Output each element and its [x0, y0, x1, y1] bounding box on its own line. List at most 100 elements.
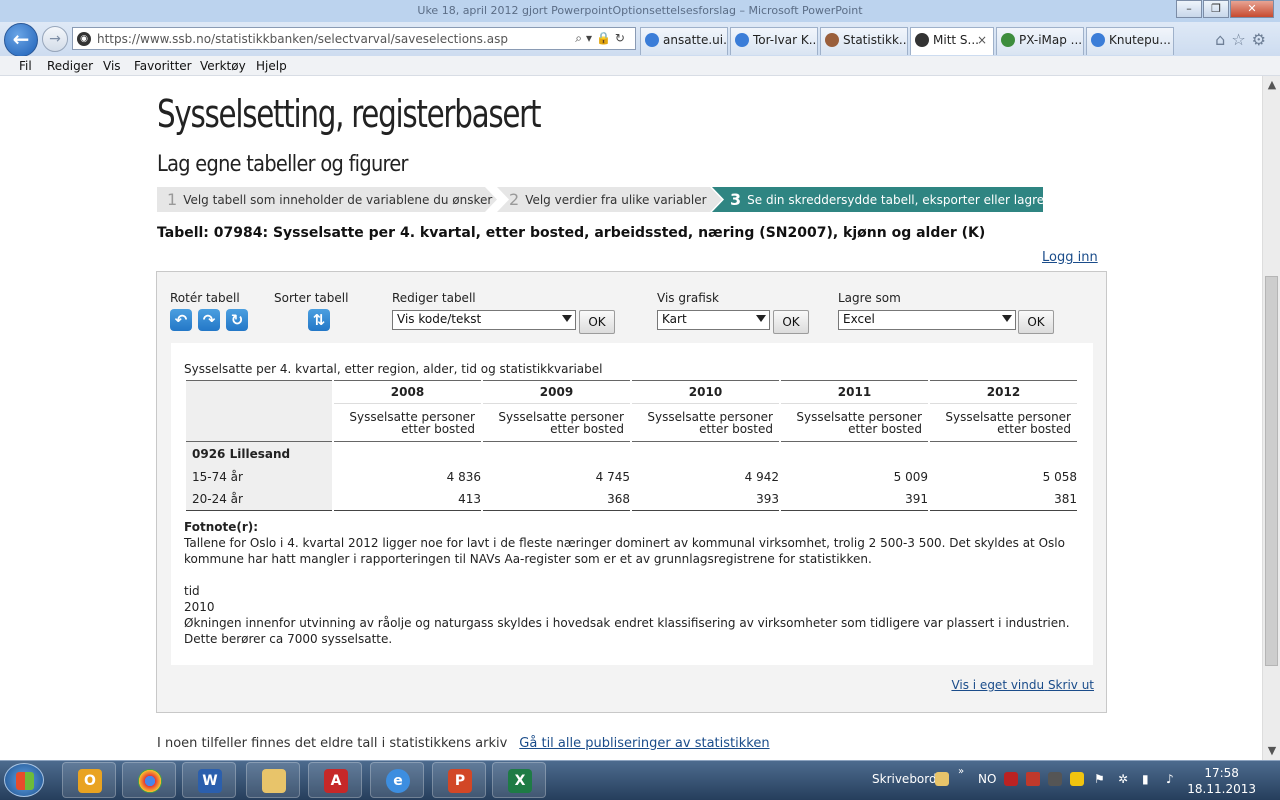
menu-verktoy[interactable]: Verktøy [200, 59, 246, 73]
taskbar-ie[interactable]: e [370, 762, 424, 798]
shield-icon[interactable] [1026, 772, 1040, 786]
word-icon: W [198, 769, 222, 793]
start-button[interactable] [4, 763, 44, 797]
folder-tray-icon[interactable] [935, 772, 949, 786]
browser-tab[interactable]: ansatte.ui... [640, 27, 728, 55]
print-link[interactable]: Skriv ut [1048, 678, 1094, 692]
taskbar-excel[interactable]: X [492, 762, 546, 798]
browser-tab[interactable]: Tor-Ivar K... [730, 27, 818, 55]
save-ok-button[interactable]: OK [1018, 310, 1054, 334]
table-cell: 5 058 [1042, 469, 1077, 484]
data-table: 2008 2009 2010 2011 2012 Sysselsatte per… [184, 380, 1079, 511]
table-area: Sysselsatte per 4. kvartal, etter region… [171, 343, 1093, 665]
table-caption: Sysselsatte per 4. kvartal, etter region… [184, 362, 603, 376]
clock[interactable]: 17:58 18.11.2013 [1187, 765, 1256, 797]
year-header: 2008 [334, 380, 481, 404]
home-icon: ⌂ [1215, 30, 1232, 49]
step-3-active: 3 Se din skreddersydde tabell, eksporter … [712, 187, 1043, 212]
notification-icon[interactable] [1070, 772, 1084, 786]
tab-close-icon[interactable]: × [977, 33, 987, 47]
browser-tab-active[interactable]: Mitt S... × [910, 27, 994, 55]
tray-expand-icon[interactable]: » [958, 766, 964, 777]
scroll-down-icon[interactable]: ▼ [1263, 742, 1280, 760]
taskbar-word[interactable]: W [182, 762, 236, 798]
favorites-star-icon: ☆ [1231, 30, 1252, 49]
back-button[interactable]: ← [4, 23, 38, 57]
step-indicator: 1 Velg tabell som inneholder de variablen… [157, 187, 1043, 212]
close-window-button[interactable]: ✕ [1230, 0, 1274, 18]
ssb-icon [915, 33, 929, 47]
address-url[interactable]: https://www.ssb.no/statistikkbanken/sele… [97, 32, 508, 46]
security-icon[interactable] [1004, 772, 1018, 786]
scroll-up-icon[interactable]: ▲ [1263, 76, 1280, 94]
page-title: Sysselsetting, registerbasert [157, 92, 541, 136]
browser-tab[interactable]: Knutepu... [1086, 27, 1174, 55]
row-label: 20-24 år [186, 488, 332, 511]
year-header: 2010 [632, 380, 779, 404]
taskbar-explorer[interactable] [246, 762, 300, 798]
menu-rediger[interactable]: Rediger [47, 59, 93, 73]
volume-icon[interactable]: ♪ [1166, 772, 1174, 786]
browser-tab[interactable]: Statistikk... [820, 27, 908, 55]
login-link[interactable]: Logg inn [1042, 250, 1098, 265]
network-tray-icon[interactable] [1048, 772, 1062, 786]
variable-header: Sysselsatte personer etter bosted [483, 404, 630, 442]
rotate-left-icon[interactable]: ↶ [170, 309, 192, 331]
edit-ok-button[interactable]: OK [579, 310, 615, 334]
table-cell: 381 [930, 488, 1077, 511]
sort-label: Sorter tabell [274, 291, 349, 305]
minimize-button[interactable]: – [1176, 0, 1202, 18]
browser-toolbar-icons[interactable]: ⌂☆⚙ [1215, 30, 1272, 49]
table-cell: 413 [334, 488, 481, 511]
footnote-title: Fotnote(r): [184, 520, 259, 534]
vertical-scrollbar[interactable]: ▲ ▼ [1262, 76, 1280, 760]
forward-button[interactable]: → [42, 26, 68, 52]
rotate-cycle-icon[interactable]: ↻ [226, 309, 248, 331]
language-indicator[interactable]: NO [978, 772, 996, 786]
edit-table-select[interactable]: Vis kode/tekst [392, 310, 576, 330]
ie-icon: e [386, 769, 410, 793]
variable-header: Sysselsatte personer etter bosted [781, 404, 928, 442]
signal-icon[interactable]: ▮ [1142, 772, 1149, 786]
table-panel: Rotér tabell ↶ ↷ ↻ Sorter tabell ⇅ Redig… [156, 271, 1107, 713]
variable-header: Sysselsatte personer etter bosted [334, 404, 481, 442]
taskbar-powerpoint[interactable]: P [432, 762, 486, 798]
variable-header: Sysselsatte personer etter bosted [930, 404, 1077, 442]
taskbar-outlook[interactable]: O [62, 762, 116, 798]
desktop-label[interactable]: Skrivebord [872, 772, 937, 786]
menu-hjelp[interactable]: Hjelp [256, 59, 287, 73]
sort-icon[interactable]: ⇅ [308, 309, 330, 331]
save-as-select[interactable]: Excel [838, 310, 1016, 330]
ie-page-icon [645, 33, 659, 47]
page-icon [1001, 33, 1015, 47]
scroll-thumb[interactable] [1265, 276, 1278, 666]
archive-note: I noen tilfeller finnes det eldre tall i… [157, 736, 770, 751]
taskbar-acrobat[interactable]: A [308, 762, 362, 798]
step-2[interactable]: 2 Velg verdier fra ulike variabler [497, 187, 722, 212]
step-1[interactable]: 1 Velg tabell som inneholder de variablen… [157, 187, 497, 212]
taskbar-chrome[interactable] [122, 762, 176, 798]
menu-favoritter[interactable]: Favoritter [134, 59, 192, 73]
flag-icon[interactable]: ⚑ [1094, 772, 1105, 786]
address-bar[interactable]: ◉ https://www.ssb.no/statistikkbanken/se… [72, 27, 636, 50]
graph-select[interactable]: Kart [657, 310, 770, 330]
menu-fil[interactable]: Fil [19, 59, 32, 73]
restore-button[interactable]: ❐ [1203, 0, 1229, 18]
folder-icon [262, 769, 286, 793]
browser-tab[interactable]: PX-iMap ... [996, 27, 1084, 55]
page-content: Sysselsetting, registerbasert Lag egne t… [0, 76, 1262, 760]
all-publications-link[interactable]: Gå til alle publiseringer av statistikke… [519, 736, 769, 751]
clock-date: 18.11.2013 [1187, 782, 1256, 796]
table-cell: 5 009 [893, 469, 928, 484]
footnotes: Fotnote(r): Tallene for Oslo i 4. kvarta… [184, 519, 1084, 647]
windows-logo-icon [16, 772, 34, 790]
rotate-right-icon[interactable]: ↷ [198, 309, 220, 331]
table-row: 15-74 år 4 836 4 745 4 942 5 009 5 058 [186, 465, 1077, 488]
update-icon[interactable]: ✲ [1118, 772, 1128, 786]
menu-vis[interactable]: Vis [103, 59, 121, 73]
outlook-icon: O [78, 769, 102, 793]
graph-ok-button[interactable]: OK [773, 310, 809, 334]
edit-table-label: Rediger tabell [392, 291, 476, 305]
address-actions[interactable]: ⌕▾🔒↻ [575, 31, 629, 46]
open-window-link[interactable]: Vis i eget vindu [951, 678, 1044, 692]
